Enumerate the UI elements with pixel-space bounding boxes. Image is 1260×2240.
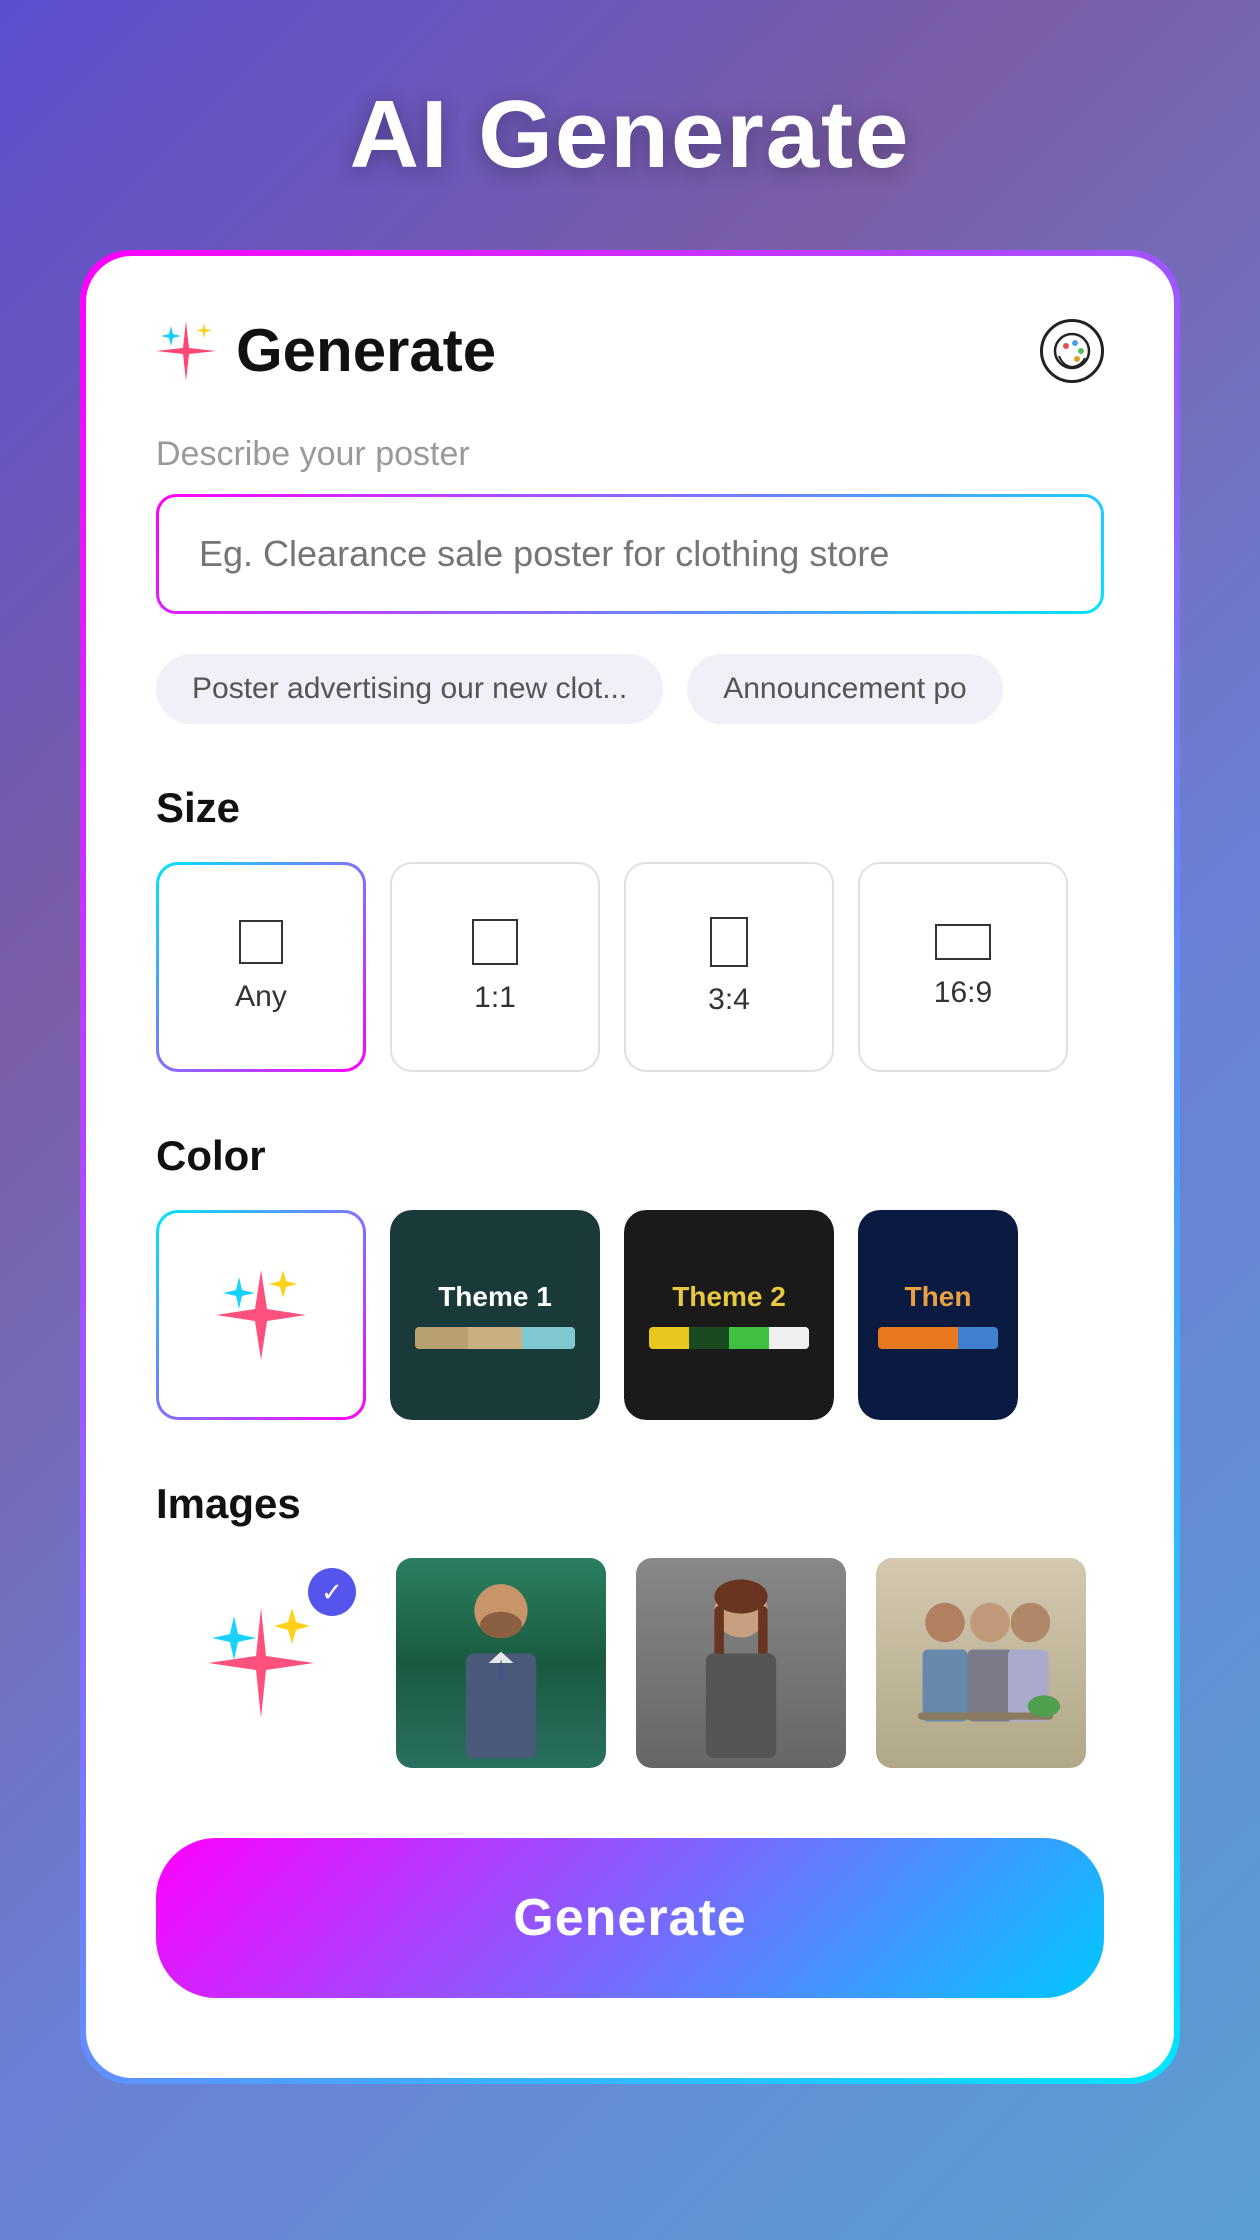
theme1-color3 [522,1327,575,1349]
size-any[interactable]: Any [156,862,366,1072]
theme2-card: Theme 2 [624,1210,834,1420]
generate-button[interactable]: Generate [156,1838,1104,1998]
color-theme3[interactable]: Then [858,1210,1018,1420]
1-1-size-icon [472,919,518,965]
person1-figure [436,1568,566,1758]
image-ai-option[interactable]: ✓ [156,1558,366,1768]
card-title: Generate [236,316,496,385]
color-section-title: Color [156,1132,1104,1180]
theme3-color2 [958,1327,998,1349]
describe-label: Describe your poster [156,435,1104,474]
size-3-4-label: 3:4 [708,983,750,1017]
size-1-1-label: 1:1 [474,981,516,1015]
theme3-colors [878,1327,998,1349]
group-figure [891,1568,1071,1758]
palette-icon-svg [1053,332,1091,370]
size-3-4[interactable]: 3:4 [624,862,834,1072]
3-4-size-icon [710,917,748,967]
theme1-card: Theme 1 [390,1210,600,1420]
size-1-1[interactable]: 1:1 [390,862,600,1072]
theme2-label: Theme 2 [672,1281,786,1313]
size-options: Any 1:1 3:4 16:9 [156,862,1104,1072]
size-16-9[interactable]: 16:9 [858,862,1068,1072]
sparkle-icon [156,321,216,381]
color-auto-sparkle [211,1265,311,1365]
header-left: Generate [156,316,496,385]
image-person2[interactable] [636,1558,846,1768]
color-theme1[interactable]: Theme 1 [390,1210,600,1420]
main-card: Generate Describe your poster Poster [80,250,1180,2084]
card-header: Generate [156,316,1104,385]
theme1-color2 [468,1327,521,1349]
describe-input[interactable] [199,533,1061,575]
size-section-title: Size [156,784,1104,832]
theme1-label: Theme 1 [438,1281,552,1313]
size-any-label: Any [235,980,287,1014]
person2-figure [676,1568,806,1758]
theme3-color1 [878,1327,958,1349]
text-input-wrapper[interactable] [156,494,1104,614]
theme1-colors [415,1327,575,1349]
image-person1[interactable] [396,1558,606,1768]
image-group[interactable] [876,1558,1086,1768]
theme2-color1 [649,1327,689,1349]
images-row: ✓ [156,1558,1104,1768]
ai-sparkle-icon [196,1598,326,1728]
color-options: Theme 1 Theme 2 [156,1210,1104,1420]
16-9-size-icon [935,924,991,960]
card-content: Generate Describe your poster Poster [86,256,1174,2078]
color-auto[interactable] [156,1210,366,1420]
theme3-card: Then [858,1210,1018,1420]
theme2-color3 [729,1327,769,1349]
suggestion-chips: Poster advertising our new clot... Annou… [156,654,1104,724]
theme3-label: Then [905,1281,972,1313]
any-size-icon [239,920,283,964]
color-theme2[interactable]: Theme 2 [624,1210,834,1420]
chip-1[interactable]: Poster advertising our new clot... [156,654,663,724]
theme2-color4 [769,1327,809,1349]
ai-selected-badge: ✓ [308,1568,356,1616]
page-title: AI Generate [350,80,911,190]
images-section-title: Images [156,1480,1104,1528]
theme2-color2 [689,1327,729,1349]
size-16-9-label: 16:9 [934,976,992,1010]
chip-2[interactable]: Announcement po [687,654,1003,724]
palette-icon-button[interactable] [1040,319,1104,383]
theme1-color1 [415,1327,468,1349]
theme2-colors [649,1327,809,1349]
